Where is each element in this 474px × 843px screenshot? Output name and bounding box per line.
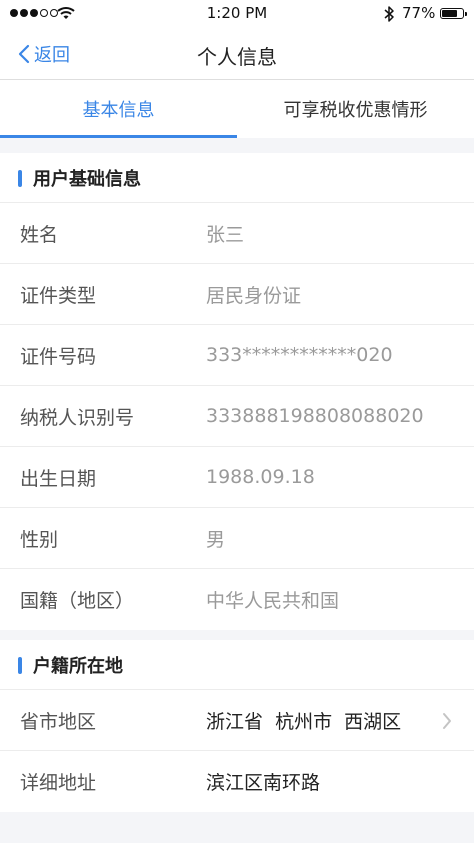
status-bar: 1:20 PM 77% (0, 0, 474, 28)
tab-tax-preferences[interactable]: 可享税收优惠情形 (237, 80, 474, 138)
basic-info-section: 用户基础信息 姓名 张三 证件类型 居民身份证 证件号码 333********… (0, 153, 474, 630)
gender-row: 性别 男 (0, 508, 474, 569)
id-number-value: 333************020 (206, 344, 393, 366)
birth-date-value: 1988.09.18 (206, 466, 315, 488)
section-marker (18, 170, 22, 187)
battery-percent: 77% (402, 4, 436, 22)
tab-basic-info[interactable]: 基本信息 (0, 80, 237, 138)
section-title: 用户基础信息 (33, 168, 141, 190)
household-section: 户籍所在地 省市地区 浙江省 杭州市 西湖区 详细地址 滨江区南环路 (0, 640, 474, 812)
section-marker (18, 657, 22, 674)
battery-icon (440, 8, 467, 19)
address-label: 详细地址 (20, 772, 97, 794)
nationality-label: 国籍（地区） (20, 590, 135, 612)
name-row: 姓名 张三 (0, 203, 474, 264)
id-type-label: 证件类型 (20, 284, 97, 307)
id-number-row: 证件号码 333************020 (0, 325, 474, 386)
name-label: 姓名 (20, 223, 59, 246)
page-title: 个人信息 (197, 45, 277, 69)
id-type-row: 证件类型 居民身份证 (0, 264, 474, 325)
battery-level (442, 10, 458, 17)
gender-label: 性别 (20, 528, 59, 551)
bluetooth-icon (384, 6, 394, 22)
taxpayer-id-value: 333888198808088020 (206, 405, 424, 427)
screen: 1:20 PM 77% 返回 个人信息 基本信息 可享税收优惠情形 用户基础信息 (0, 0, 474, 843)
region-row[interactable]: 省市地区 浙江省 杭州市 西湖区 (0, 690, 474, 751)
section-title: 户籍所在地 (33, 655, 123, 677)
gender-value: 男 (206, 528, 226, 551)
section-header: 用户基础信息 (0, 153, 474, 203)
id-number-label: 证件号码 (20, 345, 97, 368)
nav-bar: 返回 个人信息 (0, 28, 474, 80)
nationality-row: 国籍（地区） 中华人民共和国 (0, 569, 474, 630)
taxpayer-id-label: 纳税人识别号 (20, 406, 135, 429)
region-value: 浙江省 杭州市 西湖区 (206, 710, 402, 733)
region-label: 省市地区 (20, 710, 97, 733)
address-row[interactable]: 详细地址 滨江区南环路 (0, 751, 474, 812)
id-type-value: 居民身份证 (206, 284, 302, 307)
birth-date-row: 出生日期 1988.09.18 (0, 447, 474, 508)
tab-bar: 基本信息 可享税收优惠情形 (0, 80, 474, 138)
birth-date-label: 出生日期 (20, 467, 97, 490)
nationality-value: 中华人民共和国 (206, 590, 340, 612)
name-value: 张三 (206, 223, 245, 246)
address-value: 滨江区南环路 (206, 772, 321, 794)
section-header: 户籍所在地 (0, 640, 474, 690)
taxpayer-id-row: 纳税人识别号 333888198808088020 (0, 386, 474, 447)
chevron-right-icon (443, 713, 451, 729)
